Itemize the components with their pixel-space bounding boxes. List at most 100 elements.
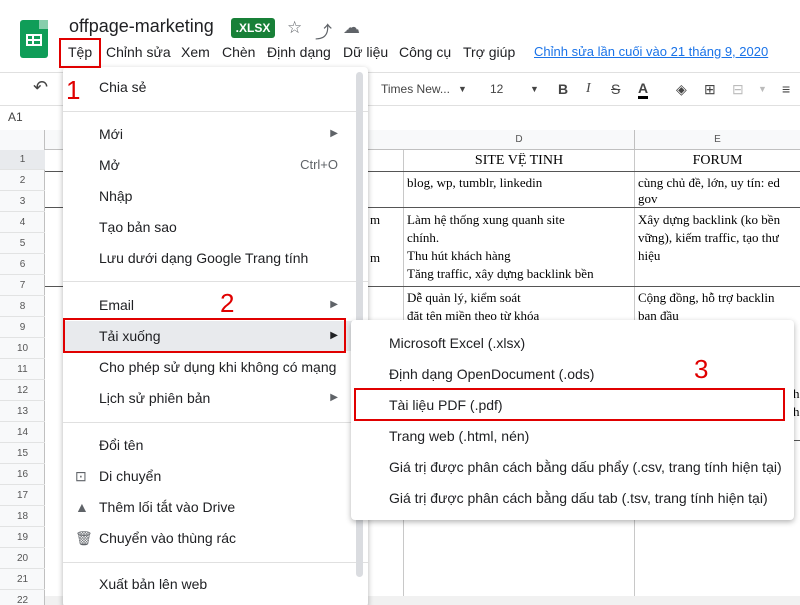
menu-item-move[interactable]: ⊡ Di chuyển <box>63 461 368 491</box>
menu-item-trash[interactable]: 🗑 Chuyển vào thùng rác <box>63 523 368 553</box>
strikethrough-button[interactable]: S <box>611 81 620 97</box>
menu-tools[interactable]: Công cụ <box>399 44 451 60</box>
chevron-down-icon[interactable]: ▼ <box>458 84 467 94</box>
menu-item-label: Đổi tên <box>99 437 144 453</box>
row-header-12[interactable]: 12 <box>0 381 45 401</box>
cell-d4-line1[interactable]: Làm hệ thống xung quanh site <box>407 212 565 228</box>
row-header-16[interactable]: 16 <box>0 465 45 485</box>
menu-item-new[interactable]: Mới ▶ <box>63 119 368 149</box>
menu-item-label: Mở <box>99 157 120 173</box>
move-folder-icon: ⊡ <box>75 468 87 484</box>
row-header-9[interactable]: 9 <box>0 318 45 338</box>
menu-item-share[interactable]: Chia sẻ <box>63 72 368 102</box>
step-1-number: 1 <box>66 75 81 105</box>
row-header-8[interactable]: 8 <box>0 297 45 317</box>
menu-item-rename[interactable]: Đổi tên <box>63 430 368 460</box>
menu-item-offline[interactable]: Cho phép sử dụng khi không có mạng <box>63 352 368 382</box>
menu-format[interactable]: Định dạng <box>267 44 331 60</box>
row-header-21[interactable]: 21 <box>0 570 45 590</box>
italic-button[interactable]: I <box>586 81 591 97</box>
row-header-19[interactable]: 19 <box>0 528 45 548</box>
cell-e1[interactable]: FORUM <box>635 153 800 169</box>
column-header-e[interactable]: E <box>635 130 800 150</box>
drive-shortcut-icon: ▲ <box>75 499 89 515</box>
menu-item-label: Nhập <box>99 188 133 204</box>
cell-d8-line1[interactable]: Dễ quản lý, kiểm soát <box>407 290 521 306</box>
merge-cells-icon[interactable]: ⊟ <box>732 81 744 98</box>
row-header-7[interactable]: 7 <box>0 276 45 296</box>
shortcut-label: Ctrl+O <box>300 157 338 172</box>
step-3-highlight <box>354 388 785 421</box>
cell-d1[interactable]: SITE VỆ TINH <box>404 153 634 169</box>
chevron-down-icon[interactable]: ▼ <box>530 84 539 94</box>
menu-insert[interactable]: Chèn <box>222 44 255 60</box>
font-family-select[interactable]: Times New... <box>381 82 450 96</box>
step-2-number: 2 <box>220 288 235 318</box>
row-header-17[interactable]: 17 <box>0 486 45 506</box>
sheets-window: offpage-marketing .XLSX ☆ ⤴ ☁ Tệp Chỉnh … <box>0 0 800 605</box>
menu-view[interactable]: Xem <box>181 44 210 60</box>
trash-icon: 🗑 <box>75 530 93 546</box>
menu-item-open[interactable]: Mở Ctrl+O <box>63 150 368 180</box>
menu-help[interactable]: Trợ giúp <box>463 44 515 60</box>
row-header-14[interactable]: 14 <box>0 423 45 443</box>
row-header-6[interactable]: 6 <box>0 255 45 275</box>
column-header-d[interactable]: D <box>404 130 635 150</box>
row-header-5[interactable]: 5 <box>0 234 45 254</box>
cell-d4-line3[interactable]: Thu hút khách hàng <box>407 248 511 264</box>
borders-icon[interactable]: ⊞ <box>704 81 716 98</box>
row-header-10[interactable]: 10 <box>0 339 45 359</box>
menu-item-make-copy[interactable]: Tạo bản sao <box>63 212 368 242</box>
menu-item-save-as-sheets[interactable]: Lưu dưới dạng Google Trang tính <box>63 243 368 273</box>
menu-item-email[interactable]: Email ▶ <box>63 290 368 320</box>
row-header-15[interactable]: 15 <box>0 444 45 464</box>
row-header-4[interactable]: 4 <box>0 213 45 233</box>
cell-e8-line1[interactable]: Cộng đồng, hỗ trợ backlin <box>638 290 775 306</box>
cell-e4-line3[interactable]: hiệu <box>638 248 660 264</box>
cell-d2[interactable]: blog, wp, tumblr, linkedin <box>407 175 542 191</box>
menu-item-version-history[interactable]: Lịch sử phiên bản ▶ <box>63 383 368 413</box>
menu-item-publish[interactable]: Xuất bản lên web <box>63 569 368 599</box>
menu-item-add-shortcut[interactable]: ▲ Thêm lối tắt vào Drive <box>63 492 368 522</box>
bold-button[interactable]: B <box>558 81 568 97</box>
text-color-button[interactable]: A <box>638 81 649 99</box>
menu-separator <box>63 281 368 282</box>
fill-color-icon[interactable]: ◈ <box>676 81 687 98</box>
cell-d4-line4[interactable]: Tăng traffic, xây dựng backlink bền <box>407 266 594 282</box>
cell-e4-line1[interactable]: Xây dựng backlink (ko bền <box>638 212 780 228</box>
download-csv[interactable]: Giá trị được phân cách bằng dấu phẩy (.c… <box>351 452 794 482</box>
cell-d4-line2[interactable]: chính. <box>407 230 439 246</box>
cell-c4[interactable]: m <box>370 212 380 228</box>
menu-data[interactable]: Dữ liệu <box>343 44 388 60</box>
row-header-2[interactable]: 2 <box>0 171 45 191</box>
download-ods[interactable]: Định dạng OpenDocument (.ods) <box>351 359 794 389</box>
cloud-status-icon[interactable]: ☁ <box>343 18 360 38</box>
undo-icon[interactable]: ↶ <box>33 77 48 98</box>
document-title[interactable]: offpage-marketing <box>69 16 214 37</box>
move-folder-icon[interactable]: ⤴ <box>315 18 332 43</box>
sheets-logo-icon[interactable] <box>20 20 48 58</box>
row-header-18[interactable]: 18 <box>0 507 45 527</box>
menu-item-import[interactable]: Nhập <box>63 181 368 211</box>
cell-c5[interactable]: m <box>370 250 380 266</box>
row-header-20[interactable]: 20 <box>0 549 45 569</box>
align-icon[interactable]: ≡ <box>782 81 790 97</box>
row-header-11[interactable]: 11 <box>0 360 45 380</box>
font-size-select[interactable]: 12 <box>490 82 503 96</box>
cell-e4-line2[interactable]: vững), kiếm traffic, tạo thư <box>638 230 779 246</box>
cell-e2-line1[interactable]: cùng chủ đề, lớn, uy tín: ed <box>638 175 780 191</box>
row-header-3[interactable]: 3 <box>0 192 45 212</box>
row-header-13[interactable]: 13 <box>0 402 45 422</box>
chevron-down-icon[interactable]: ▼ <box>758 84 767 94</box>
menu-edit[interactable]: Chỉnh sửa <box>106 44 171 60</box>
download-tsv[interactable]: Giá trị được phân cách bằng dấu tab (.ts… <box>351 483 794 513</box>
cell-e2-line2[interactable]: gov <box>638 191 658 207</box>
star-icon[interactable]: ☆ <box>287 18 302 38</box>
download-xlsx[interactable]: Microsoft Excel (.xlsx) <box>351 328 794 358</box>
row-header-22[interactable]: 22 <box>0 591 45 605</box>
row-header-1[interactable]: 1 <box>0 150 45 170</box>
download-html[interactable]: Trang web (.html, nén) <box>351 421 794 451</box>
submenu-arrow-icon: ▶ <box>330 128 338 139</box>
last-edit-link[interactable]: Chỉnh sửa lần cuối vào 21 tháng 9, 2020 <box>534 44 768 59</box>
name-box[interactable]: A1 <box>8 110 23 124</box>
